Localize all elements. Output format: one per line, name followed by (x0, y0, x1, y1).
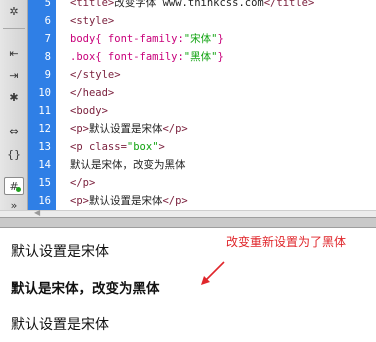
line-number: 14 (38, 159, 51, 171)
code-token: 默认是宋体，改变为黑体 (70, 159, 186, 171)
line-number: 12 (38, 123, 51, 135)
code-token: 默认设置是宋体 (88, 195, 163, 207)
code-token: <p> (70, 195, 89, 207)
code-token: } (217, 33, 224, 45)
code-token: "box" (126, 141, 159, 153)
code-token: </style> (70, 69, 121, 81)
code-token: <title> (70, 0, 115, 9)
hash-icon[interactable]: # (4, 177, 24, 195)
code-token: <style> (70, 15, 115, 27)
line-number: 10 (38, 87, 51, 99)
code-token: "宋体" (183, 33, 218, 45)
code-line[interactable]: <style> (70, 12, 114, 30)
preview-paragraph-3: 默认设置是宋体 (11, 317, 109, 333)
scroll-left-icon[interactable]: ◀ (34, 208, 40, 217)
code-line[interactable]: <body> (70, 102, 108, 120)
status-dot-icon (16, 187, 21, 192)
pane-divider[interactable] (0, 217, 376, 228)
code-line[interactable]: body{ font-family:"宋体"} (70, 30, 224, 48)
code-line[interactable]: 默认是宋体，改变为黑体 (70, 156, 186, 174)
code-editor[interactable]: ✲ ⇤ ⇥ ✱ ⇔ {} # » 5 <title>改变字体 www.thinkc… (0, 0, 376, 217)
code-line[interactable]: <p>默认设置是宋体</p> (70, 120, 188, 138)
line-number: 7 (44, 33, 51, 45)
annotation-note: 改变重新设置为了黑体 (226, 235, 347, 249)
code-token: </title> (263, 0, 315, 9)
code-line[interactable]: <p class="box"> (70, 138, 165, 156)
code-token: </p> (162, 123, 188, 135)
align-left-icon[interactable]: ⇤ (4, 44, 24, 62)
code-token: <body> (70, 105, 108, 117)
line-number: 15 (38, 177, 51, 189)
toolbar-divider (3, 28, 25, 29)
line-number: 6 (44, 15, 51, 27)
code-token: 改变字体 www.thinkcss.com (114, 0, 264, 9)
settings-icon[interactable]: ✲ (4, 2, 24, 20)
indent-icon[interactable]: ⇔ (4, 122, 24, 140)
code-token: "黑体" (183, 51, 218, 63)
preview-paragraph-1: 默认设置是宋体 (11, 244, 109, 260)
code-line[interactable]: </p> (70, 174, 95, 192)
preview-paragraph-2: 默认是宋体，改变为黑体 (11, 281, 160, 297)
code-line[interactable]: </style> (70, 66, 121, 84)
brace-icon[interactable]: {} (4, 145, 24, 163)
line-number: 11 (38, 105, 51, 117)
code-token: } (217, 51, 224, 63)
horizontal-scrollbar[interactable]: ◀ (0, 208, 376, 217)
code-token: </p> (162, 195, 188, 207)
code-token: 默认设置是宋体 (88, 123, 163, 135)
code-line[interactable]: .box{ font-family:"黑体"} (70, 48, 224, 66)
code-token: </p> (70, 177, 96, 189)
code-token: body{ font-family: (70, 33, 184, 45)
line-number: 13 (38, 141, 51, 153)
code-token: </head> (70, 87, 115, 99)
asterisk-icon[interactable]: ✱ (4, 88, 24, 106)
code-token: > (158, 141, 165, 153)
line-number: 9 (44, 69, 51, 81)
code-token: <p> (70, 123, 89, 135)
line-number: 5 (44, 0, 51, 9)
editor-side-toolbar: ✲ ⇤ ⇥ ✱ ⇔ {} # » (0, 0, 28, 212)
code-line[interactable]: </head> (70, 84, 114, 102)
code-line[interactable]: <p>默认设置是宋体</p> (70, 192, 188, 210)
annotation-arrow-icon (201, 261, 225, 285)
code-token: <p class= (70, 141, 127, 153)
code-line[interactable]: <title>改变字体 www.thinkcss.com</title> (70, 0, 314, 12)
line-number: 8 (44, 51, 51, 63)
code-token: .box{ font-family: (70, 51, 184, 63)
align-right-icon[interactable]: ⇥ (4, 66, 24, 84)
